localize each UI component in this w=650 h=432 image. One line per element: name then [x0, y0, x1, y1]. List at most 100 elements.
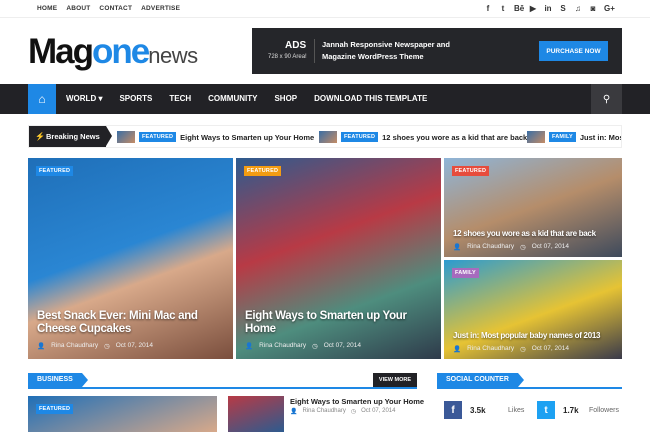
instagram-icon[interactable]: ◙: [589, 4, 597, 14]
ticker-thumbnail: [319, 131, 337, 143]
top-link-home[interactable]: HOME: [37, 5, 57, 12]
search-icon[interactable]: ⚲: [591, 84, 622, 114]
category-badge: FEATURED: [139, 132, 177, 142]
nav-item-download[interactable]: DOWNLOAD THIS TEMPLATE: [314, 94, 427, 103]
breaking-news-label: ⚡ Breaking News: [29, 126, 112, 147]
clock-icon: ◷: [104, 343, 110, 350]
card-author[interactable]: Rina Chaudhary: [259, 342, 306, 350]
card-author[interactable]: Rina Chaudhary: [51, 342, 98, 350]
view-more-button[interactable]: VIEW MORE: [372, 373, 417, 387]
author-icon: 👤: [453, 244, 462, 251]
business-post-title[interactable]: Eight Ways to Smarten up Your Home: [290, 397, 424, 406]
nav-item-tech[interactable]: TECH: [169, 94, 191, 103]
main-nav: ⌂ WORLD ▾ SPORTS TECH COMMUNITY SHOP DOW…: [0, 84, 650, 114]
top-link-contact[interactable]: CONTACT: [99, 5, 132, 12]
card-meta: 👤 Rina Chaudhary ◷ Oct 07, 2014: [245, 342, 361, 350]
social-counter-header: SOCIAL COUNTER: [437, 373, 622, 389]
card-author[interactable]: Rina Chaudhary: [467, 345, 514, 353]
purchase-now-button[interactable]: PURCHASE NOW: [539, 41, 608, 61]
card-meta: 👤 Rina Chaudhary ◷ Oct 07, 2014: [453, 243, 569, 251]
twitter-icon[interactable]: t: [499, 4, 507, 14]
top-link-about[interactable]: ABOUT: [66, 5, 90, 12]
clock-icon: ◷: [520, 244, 526, 251]
twitter-label: Followers: [589, 406, 619, 414]
top-link-advertise[interactable]: ADVERTISE: [141, 5, 180, 12]
category-badge: FEATURED: [36, 404, 74, 414]
nav-item-world[interactable]: WORLD ▾: [66, 94, 102, 103]
ticker-item[interactable]: FEATURED 12 shoes you wore as a kid that…: [319, 131, 527, 143]
section-title: BUSINESS: [28, 373, 88, 387]
ad-text: Jannah Responsive Newspaper and Magazine…: [322, 40, 450, 61]
ticker-item[interactable]: FEATURED Eight Ways to Smarten up Your H…: [117, 131, 314, 143]
twitter-icon: t: [537, 401, 555, 419]
featured-card[interactable]: FEATURED Best Snack Ever: Mini Mac and C…: [28, 158, 233, 359]
facebook-icon: f: [444, 401, 462, 419]
category-badge: FEATURED: [244, 166, 282, 176]
twitter-counter[interactable]: t 1.7k Followers: [537, 396, 619, 424]
ticker-thumbnail: [527, 131, 545, 143]
business-featured-thumbnail[interactable]: FEATURED: [28, 396, 217, 432]
featured-card[interactable]: FEATURED Eight Ways to Smarten up Your H…: [236, 158, 441, 359]
ad-divider: [314, 39, 315, 63]
author-icon: 👤: [290, 409, 298, 415]
logo-main: Mag: [28, 32, 94, 71]
ticker-title: Just in: Mos: [579, 132, 622, 142]
card-date: Oct 07, 2014: [115, 342, 153, 349]
ticker-item[interactable]: FAMILY Just in: Mos: [527, 131, 622, 143]
card-title[interactable]: 12 shoes you wore as a kid that are back: [453, 229, 622, 239]
ad-banner[interactable]: ADS 728 x 90 Area! Jannah Responsive New…: [252, 28, 622, 74]
clock-icon: ◷: [350, 409, 357, 415]
bolt-icon: ⚡: [35, 132, 45, 141]
card-title[interactable]: Just in: Most popular baby names of 2013: [453, 331, 622, 341]
post-author[interactable]: Rina Chaudhary: [302, 408, 345, 415]
skype-icon[interactable]: S: [559, 4, 567, 14]
featured-card[interactable]: FEATURED 12 shoes you wore as a kid that…: [444, 158, 622, 257]
featured-card[interactable]: FAMILY Just in: Most popular baby names …: [444, 260, 622, 359]
nav-item-community[interactable]: COMMUNITY: [208, 94, 257, 103]
card-title[interactable]: Eight Ways to Smarten up Your Home: [245, 310, 430, 336]
author-icon: 👤: [453, 346, 462, 353]
clock-icon: ◷: [312, 343, 318, 350]
section-title: SOCIAL COUNTER: [437, 373, 524, 387]
card-date: Oct 07, 2014: [531, 345, 569, 352]
ticker-title: Eight Ways to Smarten up Your Home: [180, 132, 315, 142]
google-plus-icon[interactable]: G+: [604, 4, 615, 14]
breaking-news-ticker: ⚡ Breaking News FEATURED Eight Ways to Sm…: [28, 125, 622, 148]
facebook-counter[interactable]: f 3.5k Likes: [444, 396, 524, 424]
card-meta: 👤 Rina Chaudhary ◷ Oct 07, 2014: [453, 345, 569, 353]
card-title[interactable]: Best Snack Ever: Mini Mac and Cheese Cup…: [37, 310, 222, 336]
ad-size: 728 x 90 Area!: [268, 54, 307, 60]
twitter-count: 1.7k: [563, 405, 579, 415]
author-icon: 👤: [245, 343, 254, 350]
soundcloud-icon[interactable]: ♫: [574, 4, 582, 14]
card-author[interactable]: Rina Chaudhary: [467, 243, 514, 251]
ticker-thumbnail: [117, 131, 135, 143]
business-post-thumbnail[interactable]: [228, 396, 284, 432]
category-badge: FEATURED: [341, 132, 379, 142]
linkedin-icon[interactable]: in: [544, 4, 552, 14]
nav-item-shop[interactable]: SHOP: [274, 94, 297, 103]
facebook-label: Likes: [508, 406, 525, 414]
top-social-icons: f t Bē ▶ in S ♫ ◙ G+: [484, 4, 615, 14]
youtube-icon[interactable]: ▶: [529, 4, 537, 14]
nav-item-sports[interactable]: SPORTS: [119, 94, 152, 103]
category-badge: FEATURED: [452, 166, 490, 176]
business-section-header: BUSINESS VIEW MORE: [28, 373, 417, 389]
site-logo[interactable]: Magonenews: [28, 33, 198, 75]
card-meta: 👤 Rina Chaudhary ◷ Oct 07, 2014: [37, 342, 153, 350]
category-badge: FAMILY: [452, 268, 479, 278]
category-badge: FEATURED: [36, 166, 74, 176]
home-icon[interactable]: ⌂: [28, 84, 56, 114]
behance-icon[interactable]: Bē: [514, 4, 524, 14]
nav-items: WORLD ▾ SPORTS TECH COMMUNITY SHOP DOWNL…: [66, 94, 444, 103]
logo-accent: one: [92, 32, 150, 71]
ticker-title: 12 shoes you wore as a kid that are back: [382, 132, 528, 142]
facebook-count: 3.5k: [470, 405, 486, 415]
top-bar: HOME ABOUT CONTACT ADVERTISE f t Bē ▶ in…: [0, 0, 650, 18]
ad-title: ADS: [285, 40, 307, 51]
card-date: Oct 07, 2014: [323, 342, 361, 349]
business-post-meta: 👤 Rina Chaudhary ◷ Oct 07, 2014: [290, 408, 395, 415]
logo-suffix: news: [148, 43, 198, 68]
facebook-icon[interactable]: f: [484, 4, 492, 14]
breaking-news-text: Breaking News: [46, 132, 100, 141]
